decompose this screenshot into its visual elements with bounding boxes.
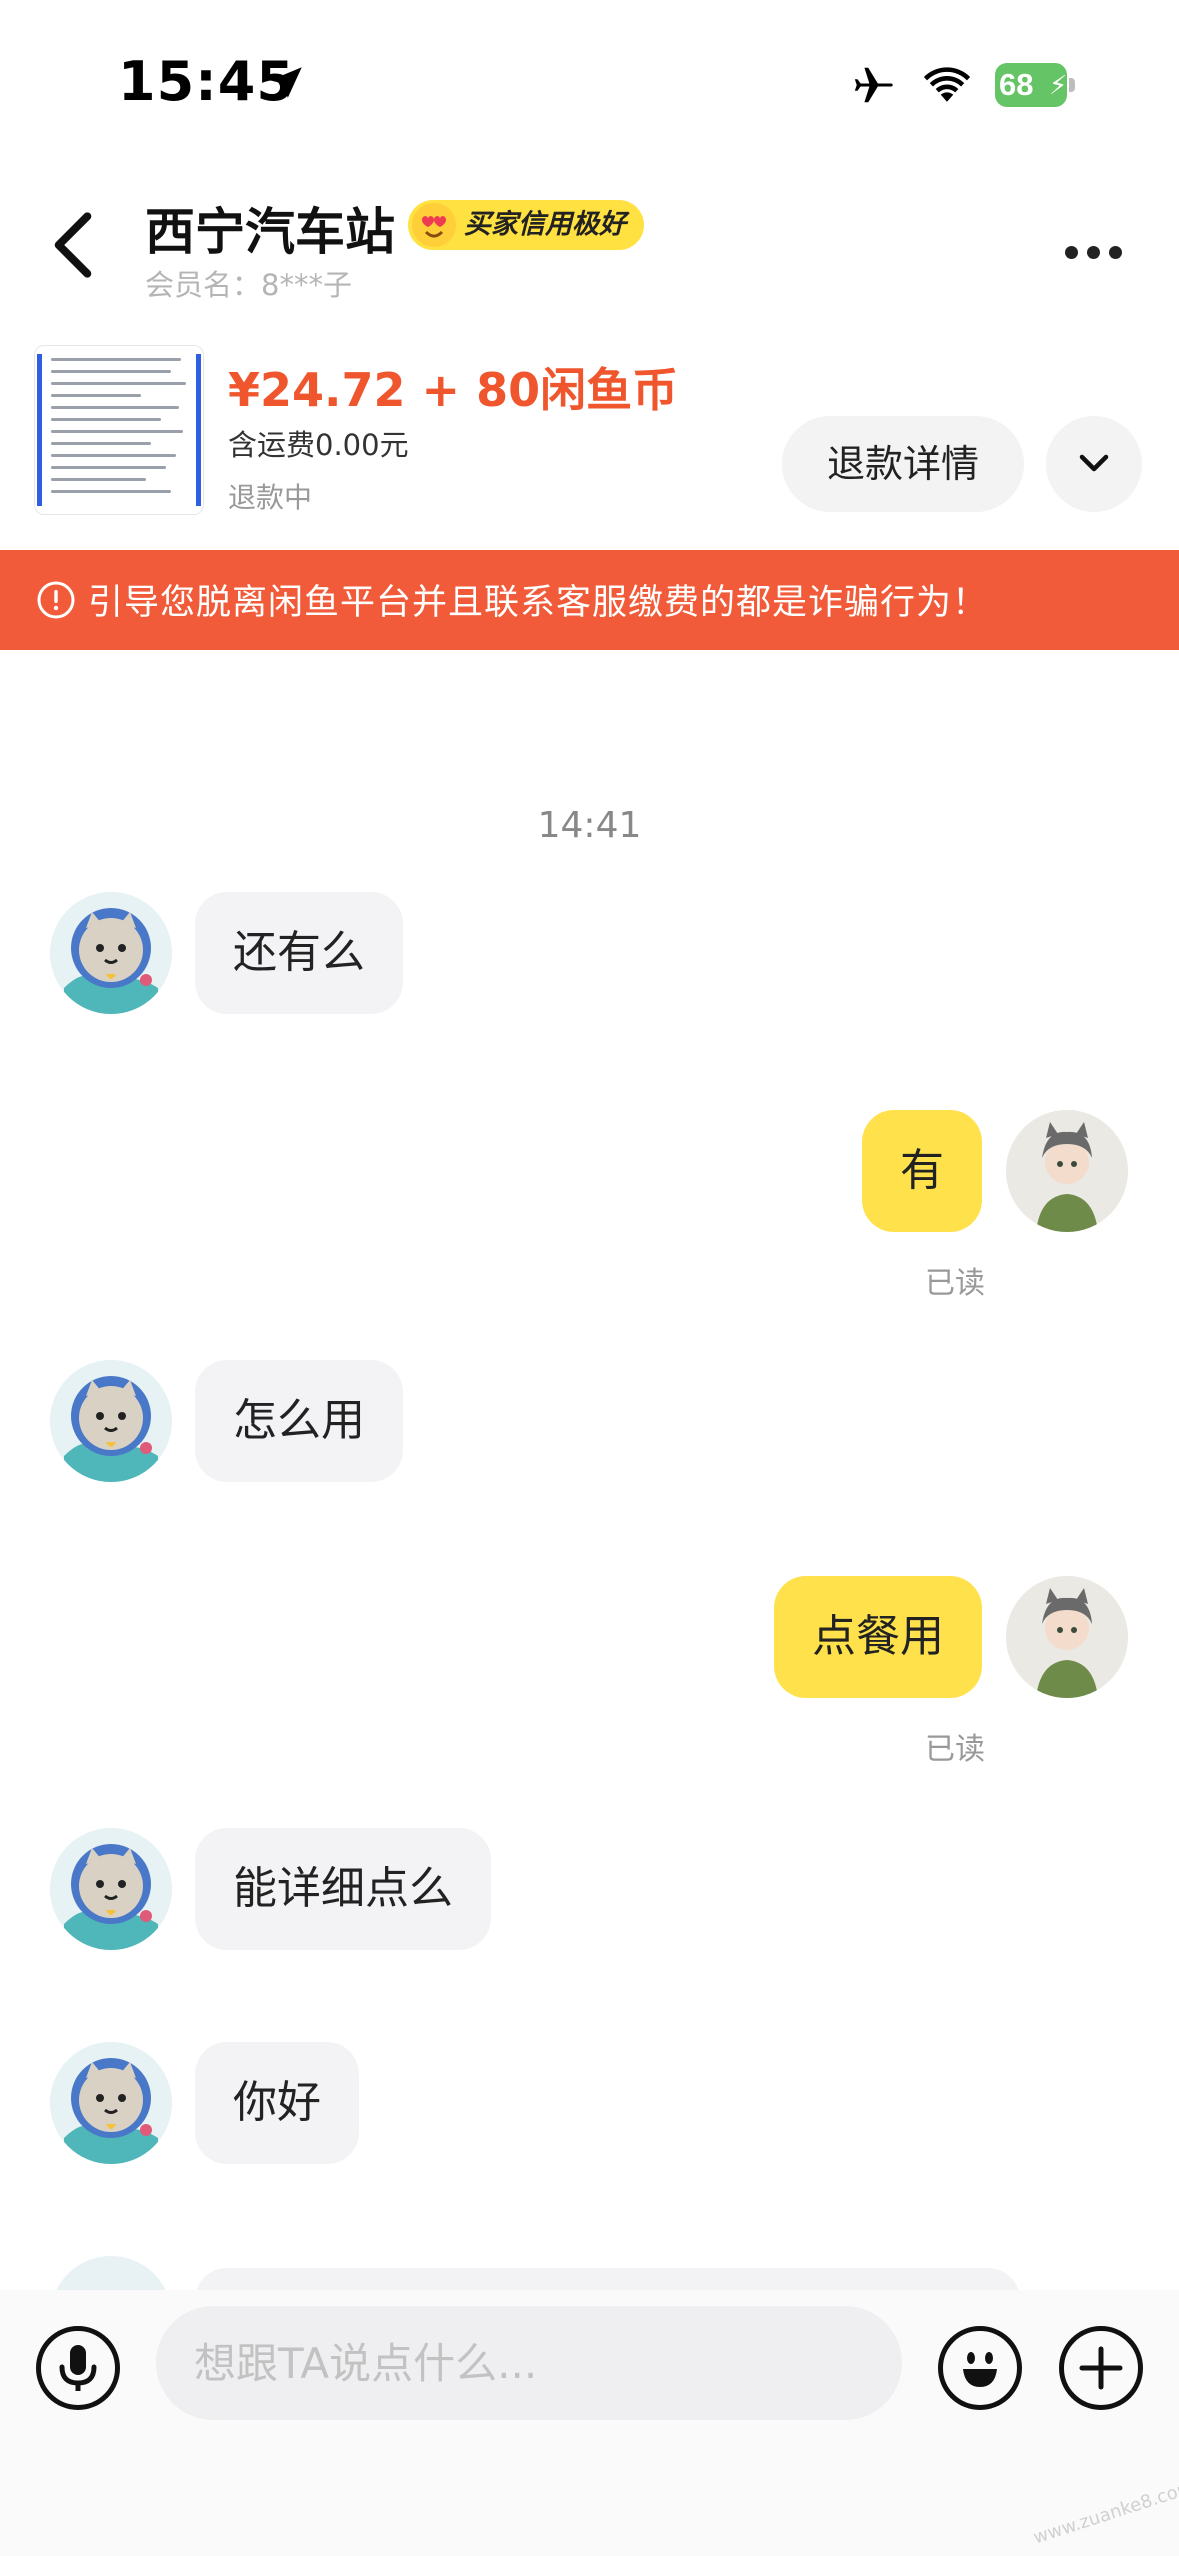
anime-character-avatar-icon	[1006, 1110, 1128, 1232]
time-separator: 14:41	[537, 805, 642, 846]
product-price: ¥24.72 + 80闲鱼币	[228, 363, 679, 417]
avatar[interactable]	[50, 892, 172, 1014]
warning-text: 引导您脱离闲鱼平台并且联系客服缴费的都是诈骗行为！	[88, 583, 989, 623]
cat-astronaut-avatar-icon	[50, 892, 172, 1014]
heart-eyes-emoji-icon	[412, 203, 456, 247]
fraud-warning-banner: 引导您脱离闲鱼平台并且联系客服缴费的都是诈骗行为！	[0, 550, 1179, 650]
avatar[interactable]	[1006, 1110, 1128, 1232]
message-input[interactable]	[156, 2306, 902, 2420]
message-bubble[interactable]: 点餐用	[774, 1576, 982, 1698]
dot-icon	[1065, 245, 1078, 259]
refund-details-button[interactable]: 退款详情	[782, 416, 1024, 512]
product-card[interactable]: ¥24.72 + 80闲鱼币 含运费0.00元 退款中 退款详情	[0, 330, 1179, 530]
thumb-text-line	[51, 490, 171, 493]
thumb-text-line	[51, 454, 176, 457]
thumb-text-line	[51, 466, 166, 469]
read-receipt: 已读	[925, 1266, 985, 1301]
bolt-icon: ⚡	[1049, 71, 1068, 101]
dot-icon	[1087, 245, 1100, 259]
thumb-text-line	[51, 394, 141, 397]
message-bubble-partial[interactable]	[195, 2268, 1020, 2290]
message-bubble[interactable]: 还有么	[195, 892, 403, 1014]
message-bubble[interactable]: 能详细点么	[195, 1828, 491, 1950]
product-thumbnail[interactable]	[34, 345, 204, 515]
message-bubble[interactable]: 有	[862, 1110, 982, 1232]
avatar[interactable]	[50, 1828, 172, 1950]
wifi-icon	[923, 67, 971, 102]
thumb-text-line	[51, 406, 179, 409]
chat-header: 西宁汽车站 买家信用极好 会员名：8***子	[0, 170, 1179, 320]
thumb-text-line	[51, 478, 146, 481]
back-button[interactable]	[48, 210, 98, 280]
contact-name[interactable]: 西宁汽车站	[145, 192, 395, 264]
avatar[interactable]	[1006, 1576, 1128, 1698]
thumb-text-line	[51, 358, 181, 361]
location-arrow-icon	[270, 67, 302, 98]
message-bubble[interactable]: 怎么用	[195, 1360, 403, 1482]
cat-astronaut-avatar-icon	[50, 2042, 172, 2164]
thumb-border-right	[196, 354, 201, 506]
add-attachment-button[interactable]	[1059, 2326, 1143, 2410]
anime-character-avatar-icon	[1006, 1576, 1128, 1698]
message-input-bar: www.zuanke8.com	[0, 2290, 1179, 2556]
expand-button[interactable]	[1046, 416, 1142, 512]
thumb-border-left	[37, 354, 42, 506]
credit-badge[interactable]: 买家信用极好	[408, 200, 644, 250]
chat-messages[interactable]: 14:41 还有么 有 已读 怎么用 点餐用 已读 能详细点么 你好	[0, 650, 1179, 2290]
chevron-down-icon	[1079, 454, 1109, 472]
member-name: 会员名：8***子	[145, 268, 352, 302]
avatar[interactable]	[50, 2042, 172, 2164]
dot-icon	[1109, 245, 1122, 259]
cat-astronaut-avatar-icon	[50, 1828, 172, 1950]
battery-charging-icon: 68 ⚡	[995, 63, 1075, 107]
thumb-text-line	[51, 442, 151, 445]
credit-badge-label: 买家信用极好	[464, 209, 626, 240]
avatar[interactable]	[50, 2256, 172, 2290]
emoji-button[interactable]	[938, 2326, 1022, 2410]
shipping-fee: 含运费0.00元	[228, 428, 409, 462]
refund-status: 退款中	[228, 481, 313, 514]
battery-cap	[1069, 78, 1075, 92]
thumb-text-line	[51, 382, 186, 385]
thumb-text-line	[51, 430, 183, 433]
cat-astronaut-avatar-icon	[50, 1360, 172, 1482]
status-bar: 15:45 68 ⚡	[0, 0, 1179, 170]
smiley-icon	[963, 2352, 997, 2387]
microphone-icon	[59, 2345, 97, 2391]
plus-icon	[1079, 2346, 1123, 2390]
watermark: www.zuanke8.com	[1030, 2476, 1179, 2549]
thumb-text-line	[51, 418, 161, 421]
read-receipt: 已读	[925, 1732, 985, 1767]
avatar[interactable]	[50, 1360, 172, 1482]
airplane-icon	[854, 67, 893, 103]
voice-button[interactable]	[36, 2326, 120, 2410]
message-bubble[interactable]: 你好	[195, 2042, 359, 2164]
alert-circle-icon	[37, 581, 75, 619]
more-options-button[interactable]	[1065, 232, 1135, 272]
thumb-text-line	[51, 370, 171, 373]
